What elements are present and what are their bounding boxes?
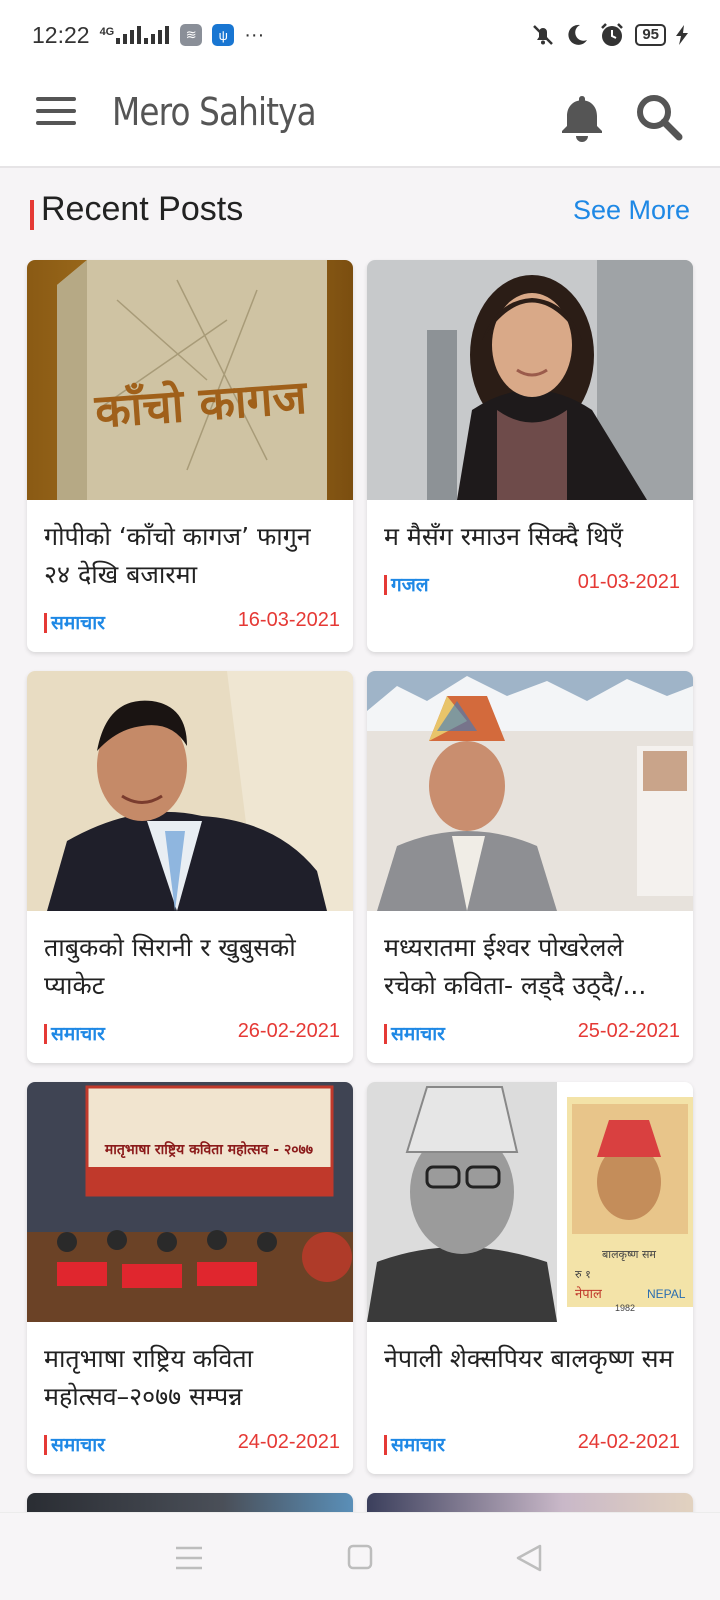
post-meta: समाचार 26-02-2021 bbox=[44, 1019, 340, 1049]
signal-icon bbox=[144, 26, 170, 44]
post-card[interactable]: मध्यरातमा ईश्वर पोखरेलले रचेको कविता- लड… bbox=[367, 671, 693, 1063]
category-accent-bar bbox=[384, 575, 387, 595]
more-notifications: ··· bbox=[244, 23, 265, 46]
post-category[interactable]: समाचार bbox=[51, 1431, 105, 1457]
category-accent-bar bbox=[384, 1024, 387, 1044]
battery-level: 95 bbox=[635, 24, 666, 46]
status-right: 95 bbox=[531, 22, 688, 48]
post-category[interactable]: समाचार bbox=[51, 1020, 105, 1046]
post-card[interactable]: बालकृष्ण सम रु १ नेपाल NEPAL 1982 नेपाली… bbox=[367, 1082, 693, 1474]
category-accent-bar bbox=[44, 1024, 47, 1044]
home-icon bbox=[347, 1544, 373, 1570]
stamp-country: नेपाल bbox=[575, 1286, 602, 1302]
post-image-book-cover: काँचो कागज bbox=[27, 260, 353, 500]
stamp-year: 1982 bbox=[615, 1303, 635, 1313]
section-title: Recent Posts bbox=[41, 190, 244, 228]
post-image-stamp-portrait: बालकृष्ण सम रु १ नेपाल NEPAL 1982 bbox=[367, 1082, 693, 1322]
post-title: म मैसँग रमाउन सिक्दै थिएँ bbox=[384, 522, 623, 551]
post-date: 24-02-2021 bbox=[237, 1431, 340, 1453]
recent-posts-header: Recent Posts See More bbox=[0, 170, 720, 250]
post-title: गोपीको ‘काँचो कागज’ फागुन २४ देखि बजारमा bbox=[44, 522, 311, 589]
post-card[interactable]: म मैसँग रमाउन सिक्दै थिएँ गजल 01-03-2021 bbox=[367, 260, 693, 652]
moon-icon bbox=[568, 24, 588, 45]
category-accent-bar bbox=[384, 1435, 387, 1455]
charging-icon bbox=[676, 25, 688, 45]
recents-icon bbox=[176, 1546, 202, 1570]
stamp-country-en: NEPAL bbox=[647, 1287, 686, 1301]
signal-icon bbox=[116, 26, 142, 44]
post-category[interactable]: समाचार bbox=[51, 609, 105, 635]
back-icon bbox=[516, 1544, 542, 1572]
post-meta: समाचार 24-02-2021 bbox=[44, 1430, 340, 1460]
network-indicator: 4G bbox=[100, 26, 171, 44]
post-title: मध्यरातमा ईश्वर पोखरेलले रचेको कविता- लड… bbox=[384, 933, 647, 1000]
network-type: 4G bbox=[99, 26, 115, 38]
see-more-link[interactable]: See More bbox=[573, 195, 690, 226]
post-image-woman-portrait bbox=[367, 260, 693, 500]
status-time: 12:22 bbox=[32, 21, 90, 48]
post-title: मातृभाषा राष्ट्रिय कविता महोत्सव–२०७७ सम… bbox=[44, 1344, 254, 1411]
stamp-name: बालकृष्ण सम bbox=[602, 1248, 656, 1261]
post-date: 24-02-2021 bbox=[577, 1431, 680, 1453]
system-nav-bar bbox=[0, 1512, 720, 1600]
post-card[interactable]: ताबुकको सिरानी र खुबुसको प्याकेट समाचार … bbox=[27, 671, 353, 1063]
category-accent-bar bbox=[44, 613, 47, 633]
app-title: Mero Sahitya bbox=[112, 90, 317, 134]
bell-icon bbox=[562, 96, 602, 142]
post-date: 01-03-2021 bbox=[577, 571, 680, 593]
post-image-man-with-topi bbox=[367, 671, 693, 911]
status-left: 12:22 4G ≋ ψ ··· bbox=[32, 22, 264, 49]
banner-heading: मातृभाषा राष्ट्रिय कविता महोत्सव - २०७७ bbox=[104, 1141, 313, 1159]
category-accent-bar bbox=[44, 1435, 47, 1455]
menu-button[interactable] bbox=[36, 97, 76, 137]
post-image-man-in-suit bbox=[27, 671, 353, 911]
menu-icon bbox=[36, 97, 76, 101]
section-accent-bar bbox=[30, 200, 34, 230]
post-category[interactable]: गजल bbox=[391, 571, 429, 597]
back-button[interactable] bbox=[510, 1543, 550, 1573]
stack-app-icon: ≋ bbox=[180, 24, 203, 46]
post-meta: समाचार 16-03-2021 bbox=[44, 608, 340, 638]
post-title: ताबुकको सिरानी र खुबुसको प्याकेट bbox=[44, 933, 296, 1000]
search-button[interactable] bbox=[634, 92, 684, 142]
post-date: 25-02-2021 bbox=[577, 1020, 680, 1042]
home-button[interactable] bbox=[340, 1543, 380, 1573]
post-meta: समाचार 24-02-2021 bbox=[384, 1430, 680, 1460]
status-bar: 12:22 4G ≋ ψ ··· 95 bbox=[0, 0, 720, 70]
mute-icon bbox=[533, 25, 554, 45]
post-date: 16-03-2021 bbox=[237, 609, 340, 631]
post-date: 26-02-2021 bbox=[237, 1020, 340, 1042]
app-bar: Mero Sahitya bbox=[0, 70, 720, 168]
notifications-button[interactable] bbox=[558, 92, 606, 142]
recents-button[interactable] bbox=[170, 1543, 210, 1573]
post-image-festival-stage: मातृभाषा राष्ट्रिय कविता महोत्सव - २०७७ bbox=[27, 1082, 353, 1322]
search-icon bbox=[637, 95, 683, 141]
post-meta: गजल 01-03-2021 bbox=[384, 570, 680, 600]
alarm-icon bbox=[601, 23, 624, 46]
stamp-value: रु १ bbox=[575, 1268, 591, 1281]
post-card[interactable]: मातृभाषा राष्ट्रिय कविता महोत्सव - २०७७ … bbox=[27, 1082, 353, 1474]
post-card[interactable]: काँचो कागज गोपीको ‘काँचो कागज’ फागुन २४ … bbox=[27, 260, 353, 652]
post-meta: समाचार 25-02-2021 bbox=[384, 1019, 680, 1049]
post-category[interactable]: समाचार bbox=[391, 1020, 445, 1046]
usb-icon: ψ bbox=[212, 24, 235, 46]
post-title: नेपाली शेक्सपियर बालकृष्ण सम bbox=[384, 1344, 674, 1373]
post-category[interactable]: समाचार bbox=[391, 1431, 445, 1457]
